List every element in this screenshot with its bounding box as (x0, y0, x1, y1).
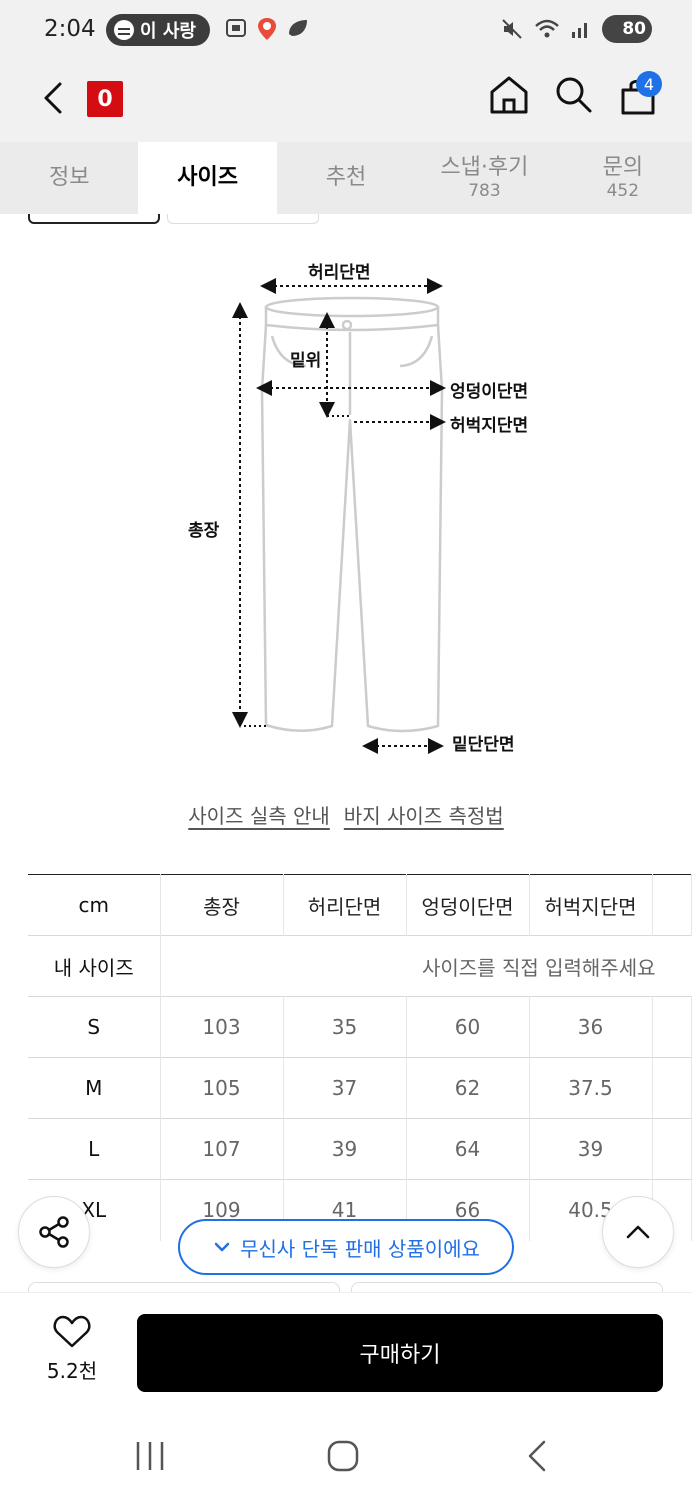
search-icon[interactable] (553, 74, 593, 114)
back-icon[interactable] (36, 78, 76, 118)
brand-logo[interactable]: 0 (87, 81, 123, 117)
table-cell-empty (652, 1118, 692, 1180)
tab-label: 정보 (48, 164, 90, 190)
tab-label: 문의 (602, 154, 644, 180)
media-pill-label: 이 사랑 (140, 21, 196, 42)
table-cell: 62 (406, 1057, 530, 1119)
tab-count: 452 (606, 180, 640, 201)
share-icon (39, 1216, 69, 1248)
label-waist: 허리단면 (308, 263, 371, 283)
label-thigh: 허벅지단면 (450, 416, 529, 436)
table-cell: 39 (529, 1118, 653, 1180)
column-header: 허리단면 (283, 874, 407, 936)
table-row: L 107 39 64 39 (28, 1118, 692, 1180)
location-icon (258, 18, 276, 40)
size-label: S (28, 996, 161, 1058)
table-cell-empty (652, 996, 692, 1058)
cart-count-badge: 4 (636, 71, 662, 97)
table-cell-empty (652, 1057, 692, 1119)
table-cell: 107 (160, 1118, 284, 1180)
exclusive-badge-label: 무신사 단독 판매 상품이에요 (240, 1236, 480, 1261)
table-cell-empty (652, 874, 692, 936)
table-header-row: cm 총장 허리단면 엉덩이단면 허벅지단면 (28, 874, 692, 936)
tab-size[interactable]: 사이즈 (138, 142, 277, 214)
system-nav-bar (0, 1410, 692, 1500)
table-cell: 37.5 (529, 1057, 653, 1119)
my-size-label: 내 사이즈 (28, 935, 161, 997)
media-pill[interactable]: 이 사랑 (106, 14, 210, 46)
home-icon[interactable] (488, 74, 530, 116)
label-hem: 밑단단면 (452, 735, 515, 755)
tab-info[interactable]: 정보 (0, 142, 138, 214)
chevron-down-icon (214, 1242, 230, 1252)
recent-apps-icon[interactable] (130, 1436, 170, 1476)
table-cell: 64 (406, 1118, 530, 1180)
my-size-row: 내 사이즈 사이즈를 직접 입력해주세요 (28, 935, 692, 997)
my-size-input[interactable]: 사이즈를 직접 입력해주세요 (160, 935, 692, 997)
size-guide-link[interactable]: 사이즈 실측 안내 (188, 800, 330, 829)
table-cell: 105 (160, 1057, 284, 1119)
partial-option-button[interactable] (28, 214, 160, 224)
buy-button[interactable]: 구매하기 (137, 1314, 663, 1392)
product-tabs: 정보 사이즈 추천 스냅·후기 783 문의 452 (0, 142, 692, 214)
tab-label: 사이즈 (177, 164, 238, 190)
status-system-icons: 80 (500, 15, 652, 43)
label-rise: 밑위 (290, 351, 322, 371)
column-header: 엉덩이단면 (406, 874, 530, 936)
partial-option-button[interactable] (167, 214, 319, 224)
tab-recommend[interactable]: 추천 (277, 142, 415, 214)
scroll-top-button[interactable] (602, 1196, 674, 1268)
tab-label: 스냅·후기 (440, 154, 529, 180)
wifi-icon (535, 19, 559, 38)
battery-indicator: 80 (602, 15, 652, 43)
like-button[interactable]: 5.2천 (28, 1315, 116, 1395)
pants-illustration (232, 278, 446, 754)
size-label: L (28, 1118, 161, 1180)
spotify-icon (114, 20, 134, 40)
table-cell: 36 (529, 996, 653, 1058)
heart-icon (53, 1315, 91, 1348)
size-table: cm 총장 허리단면 엉덩이단면 허벅지단면 내 사이즈 사이즈를 직접 입력해… (28, 874, 692, 1241)
table-cell: 103 (160, 996, 284, 1058)
app-header: 0 (0, 62, 692, 142)
label-hip: 엉덩이단면 (450, 382, 529, 402)
exclusive-badge-button[interactable]: 무신사 단독 판매 상품이에요 (178, 1219, 514, 1275)
like-count: 5.2천 (46, 1359, 98, 1383)
purchase-bar: 5.2천 구매하기 (0, 1292, 692, 1410)
signal-icon (572, 23, 587, 38)
column-header: 허벅지단면 (529, 874, 653, 936)
tab-count: 783 (468, 180, 501, 201)
table-cell: 60 (406, 996, 530, 1058)
size-guide-links: 사이즈 실측 안내 바지 사이즈 측정법 (0, 800, 692, 829)
leaf-icon (289, 20, 307, 36)
size-label: M (28, 1057, 161, 1119)
measure-guide-link[interactable]: 바지 사이즈 측정법 (344, 800, 504, 829)
status-time: 2:04 (44, 16, 96, 42)
table-cell: 35 (283, 996, 407, 1058)
share-button[interactable] (18, 1196, 90, 1268)
table-cell: 37 (283, 1057, 407, 1119)
column-header: 총장 (160, 874, 284, 936)
pants-measure-diagram: 허리단면 밑위 엉덩이단면 허벅지단면 총장 밑단단면 (180, 250, 540, 760)
status-bar: 2:04 이 사랑 80 (0, 0, 692, 62)
chevron-up-icon (626, 1225, 650, 1239)
back-nav-icon[interactable] (518, 1436, 558, 1476)
mute-icon (502, 19, 522, 39)
unit-header: cm (28, 874, 161, 936)
table-row: S 103 35 60 36 (28, 996, 692, 1058)
status-notification-icons (224, 16, 310, 42)
tab-inquiry[interactable]: 문의 452 (554, 142, 692, 214)
tab-label: 추천 (325, 164, 367, 190)
screenshot-icon (226, 19, 246, 37)
label-length: 총장 (188, 521, 220, 541)
tab-snap-review[interactable]: 스냅·후기 783 (415, 142, 553, 214)
table-row: M 105 37 62 37.5 (28, 1057, 692, 1119)
table-cell: 39 (283, 1118, 407, 1180)
home-nav-icon[interactable] (323, 1436, 363, 1476)
